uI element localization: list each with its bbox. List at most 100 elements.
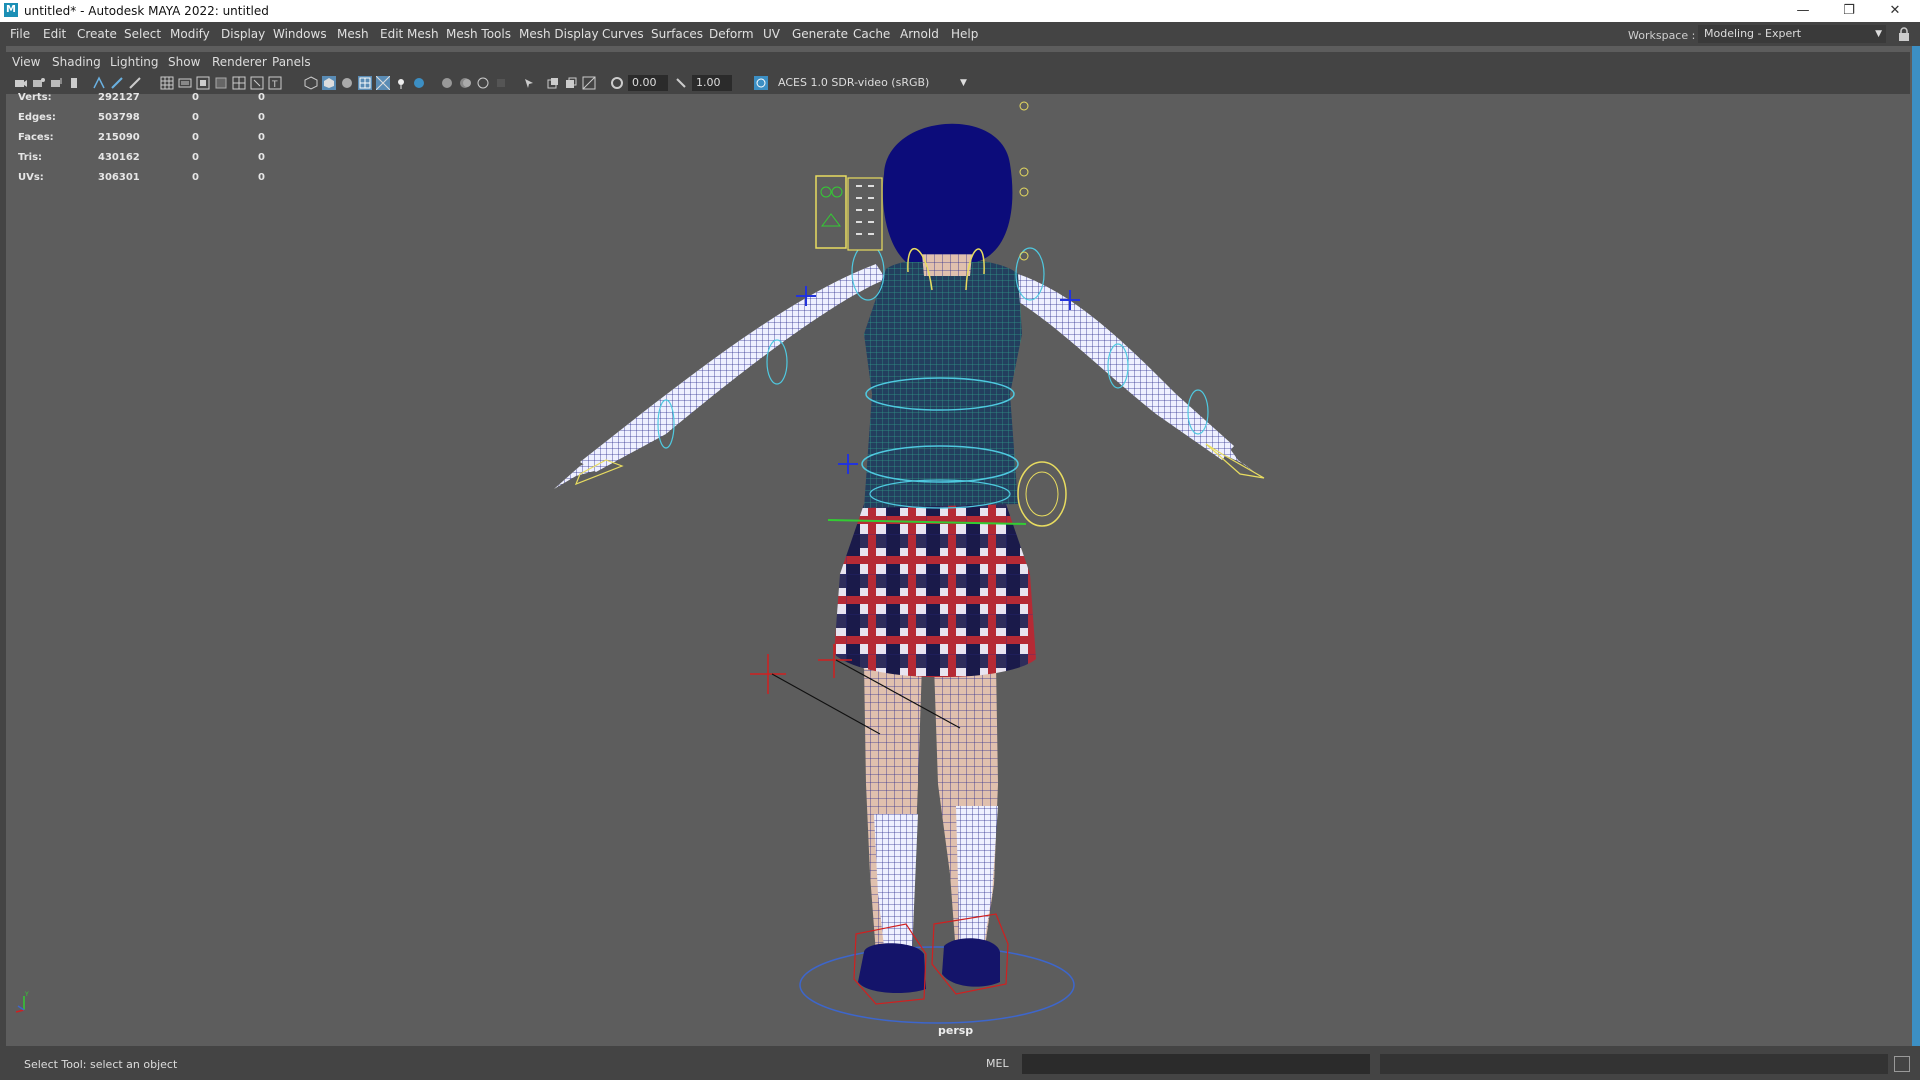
face-control-sliders[interactable] [847,177,883,251]
menu-curves[interactable]: Curves [602,27,644,41]
ground-control-circle[interactable] [799,946,1075,1024]
left-shoe-mesh[interactable] [858,943,926,994]
restore-button[interactable]: ❐ [1826,0,1872,22]
script-language-toggle[interactable]: MEL [986,1057,1009,1070]
isolate-select-icon[interactable] [522,76,536,90]
menu-deform[interactable]: Deform [709,27,754,41]
grid-icon[interactable] [160,76,174,90]
image-plane-icon[interactable] [68,76,82,90]
right-sock-mesh[interactable] [956,806,998,958]
gamma-field[interactable]: 1.00 [692,75,732,91]
panel-menu-lighting[interactable]: Lighting [110,55,159,69]
right-hand-ik-control[interactable] [1205,443,1265,479]
view-transform-value: ACES 1.0 SDR-video (sRGB) [778,76,930,89]
wireframe-icon[interactable] [304,76,318,90]
lights-icon[interactable] [394,76,408,90]
safe-title-icon[interactable]: T [268,76,282,90]
plaid-skirt-mesh[interactable] [834,504,1036,678]
pelvis-locator[interactable] [838,454,858,474]
safe-action-icon[interactable] [250,76,264,90]
panel-menu-panels[interactable]: Panels [272,55,311,69]
hud-label: Tris: [18,152,43,163]
menu-surfaces[interactable]: Surfaces [651,27,703,41]
gate-mask-icon[interactable] [214,76,228,90]
2d-pan-zoom-icon[interactable] [92,76,106,90]
settings-control-inner[interactable] [1025,471,1059,517]
wireframe-on-shaded-icon[interactable] [358,76,372,90]
hair-mesh[interactable] [882,123,1013,262]
hud-row-faces: Faces: 215090 0 0 [12,132,272,148]
shadows-icon[interactable] [412,76,426,90]
menu-mesh[interactable]: Mesh [337,27,369,41]
axis-y-label: Y [24,991,29,998]
eye-control-1[interactable] [1019,101,1029,111]
menu-mesh-tools[interactable]: Mesh Tools [446,27,511,41]
right-shoe-mesh[interactable] [942,938,1000,987]
menu-edit-mesh[interactable]: Edit Mesh [380,27,439,41]
menu-generate[interactable]: Generate [792,27,848,41]
scene-canvas[interactable] [6,94,1910,1044]
panel-menu-renderer[interactable]: Renderer [212,55,267,69]
left-knee-pole-vector[interactable] [750,654,786,694]
hud-value: 292127 [98,92,140,103]
default-material-icon[interactable] [340,76,354,90]
panel-menu-view[interactable]: View [12,55,40,69]
pencil-icon[interactable] [128,76,142,90]
resolution-gate-icon[interactable] [196,76,210,90]
workspace-dropdown[interactable]: Modeling - Expert ▼ [1698,25,1886,43]
field-chart-icon[interactable] [232,76,246,90]
color-management-icon[interactable] [754,76,768,90]
left-arm-mesh[interactable] [580,264,886,472]
panel-menu-show[interactable]: Show [168,55,200,69]
camera-attributes-icon[interactable] [32,76,46,90]
menu-windows[interactable]: Windows [273,27,327,41]
bookmark-icon[interactable] [50,76,64,90]
hud-value: 0 [192,112,199,123]
menu-select[interactable]: Select [124,27,161,41]
menu-modify[interactable]: Modify [170,27,210,41]
xray-joints-icon[interactable] [564,76,578,90]
menu-create[interactable]: Create [77,27,117,41]
ambient-occlusion-icon[interactable] [440,76,454,90]
xray-icon[interactable] [546,76,560,90]
title-bar: M untitled* - Autodesk MAYA 2022: untitl… [0,0,1920,22]
textured-icon[interactable] [376,76,390,90]
3d-viewport[interactable] [6,94,1910,1044]
exposure-field[interactable]: 0.00 [628,75,668,91]
hud-row-verts: Verts: 292127 0 0 [12,92,272,108]
smooth-shade-icon[interactable] [322,76,336,90]
menu-file[interactable]: File [10,27,30,41]
film-gate-icon[interactable] [178,76,192,90]
script-editor-icon[interactable] [1894,1056,1910,1072]
view-transform-dropdown[interactable]: ACES 1.0 SDR-video (sRGB) ▼ [774,75,974,91]
depth-of-field-icon[interactable] [494,76,508,90]
menu-cache[interactable]: Cache [853,27,890,41]
menu-display[interactable]: Display [221,27,265,41]
grease-pencil-icon[interactable] [110,76,124,90]
menu-mesh-display[interactable]: Mesh Display [519,27,599,41]
panel-menu-shading[interactable]: Shading [52,55,101,69]
right-arm-mesh[interactable] [1014,274,1234,460]
backface-culling-icon[interactable] [582,76,596,90]
camera-name-label: persp [938,1024,974,1037]
gamma-icon[interactable] [674,76,688,90]
menu-edit[interactable]: Edit [43,27,66,41]
lock-icon[interactable] [1898,27,1910,41]
menu-arnold[interactable]: Arnold [900,27,939,41]
command-line-input[interactable] [1022,1054,1370,1074]
menu-help[interactable]: Help [951,27,978,41]
exposure-icon[interactable] [610,76,624,90]
panel-edge-accent [1912,46,1920,1046]
left-elbow-control[interactable] [766,339,788,385]
close-button[interactable]: ✕ [1872,0,1918,22]
menu-uv[interactable]: UV [763,27,780,41]
eye-control-3[interactable] [1019,187,1029,197]
anti-aliasing-icon[interactable] [476,76,490,90]
camera-select-icon[interactable] [14,76,28,90]
eye-control-2[interactable] [1019,167,1029,177]
face-control-panel[interactable] [815,175,847,249]
eye-control-4[interactable] [1019,251,1029,261]
motion-blur-icon[interactable] [458,76,472,90]
workspace-label: Workspace : [1628,29,1696,42]
minimize-button[interactable]: — [1780,0,1826,22]
